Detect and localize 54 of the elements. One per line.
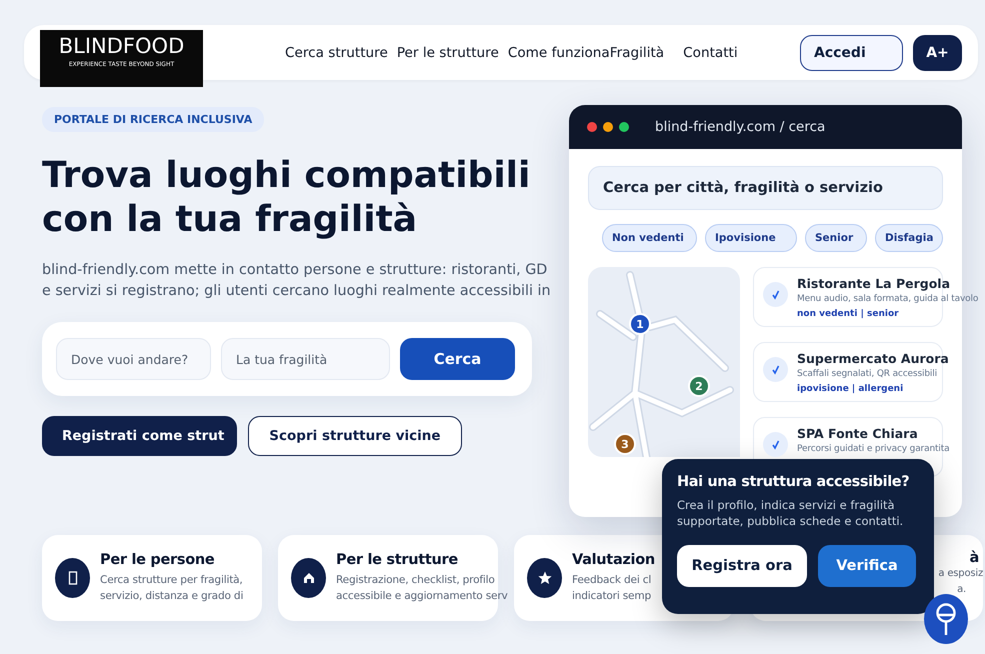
feature-title: Per le strutture [336, 552, 458, 568]
logo-title: BLINDFOOD [58, 34, 184, 58]
result-description: Percorsi guidati e privacy garantita [797, 443, 950, 456]
feature-title: Per le persone [100, 552, 214, 568]
hero-title: Trova luoghi compatibili con la tua fragilità [42, 154, 532, 242]
register-now-button[interactable]: Registra ora [677, 545, 807, 587]
feature-description: a esposiz [938, 567, 983, 581]
popup-title: Hai una struttura accessibile? [677, 473, 910, 492]
result-name: Ristorante La Pergola [797, 275, 950, 292]
result-tags: non vedenti | senior [797, 307, 899, 322]
filter-chip[interactable]: Ipovisione [705, 224, 797, 252]
zoom-dot[interactable] [619, 122, 629, 132]
feature-description: Registrazione, checklist, profilo accessibile e aggiornamento serv [336, 573, 508, 604]
floating-button[interactable] [924, 594, 968, 644]
url-text: blind-friendly.com / cerca [655, 119, 826, 135]
feature-title: Valutazion [572, 552, 655, 568]
filter-chip[interactable]: Senior [805, 224, 867, 252]
nav-link[interactable]: Fragilità [610, 44, 664, 60]
verify-button[interactable]: Verifica [818, 545, 916, 587]
result-description: Scaffali segnalati, QR accessibili [797, 368, 937, 381]
destination-field[interactable]: Dove vuoi andare? [56, 338, 211, 380]
result-description: Menu audio, sala formata, guida al tavolo [797, 293, 978, 306]
font-size-button[interactable]: A+ [913, 35, 962, 71]
map-pin[interactable]: 3 [614, 433, 636, 455]
nav-link[interactable]: Per le strutture [396, 44, 499, 60]
fragility-field[interactable]: La tua fragilità [221, 338, 390, 380]
phone-icon [55, 558, 90, 598]
nav-link[interactable]: Cerca strutture [285, 44, 388, 60]
feature-description: a. [957, 583, 966, 597]
feature-description: Cerca strutture per fragilità, servizio, distanza e grado di [100, 573, 244, 604]
result-tags: ipovisione | allergeni [797, 382, 904, 397]
lollipop-icon [935, 602, 957, 636]
search-field[interactable]: Cerca per città, fragilità o servizio [588, 166, 943, 210]
hero-description: blind-friendly.com mette in contatto persone e strutture: ristoranti, GD e servizi si registrano; gli utenti cercano luoghi realmente accessibili in [42, 261, 551, 301]
home-icon [291, 558, 326, 598]
close-dot[interactable] [587, 122, 597, 132]
badge: PORTALE DI RICERCA INCLUSIVA [42, 107, 264, 132]
login-button[interactable]: Accedi [800, 35, 903, 71]
discover-button[interactable]: Scopri strutture vicine [248, 416, 462, 456]
feature-description: Feedback dei cl indicatori semp [572, 573, 652, 604]
result-name: Supermercato Aurora [797, 350, 949, 367]
map-pin[interactable]: 2 [688, 375, 710, 397]
minimize-dot[interactable] [603, 122, 613, 132]
map-pin[interactable]: 1 [629, 313, 651, 335]
feature-title: à [970, 550, 979, 566]
nav-link[interactable]: Come funziona [508, 44, 610, 60]
map[interactable]: 1 2 3 [588, 267, 740, 457]
search-button[interactable]: Cerca [400, 338, 515, 380]
popup-text: Crea il profilo, indica servizi e fragilità supportate, pubblica schede e contatti. [677, 497, 904, 529]
result-name: SPA Fonte Chiara [797, 425, 918, 442]
filter-chip[interactable]: Non vedenti [602, 224, 697, 252]
filter-chip[interactable]: Disfagia [875, 224, 943, 252]
register-button[interactable]: Registrati come strut [42, 416, 238, 456]
nav-link[interactable]: Contatti [683, 44, 738, 60]
